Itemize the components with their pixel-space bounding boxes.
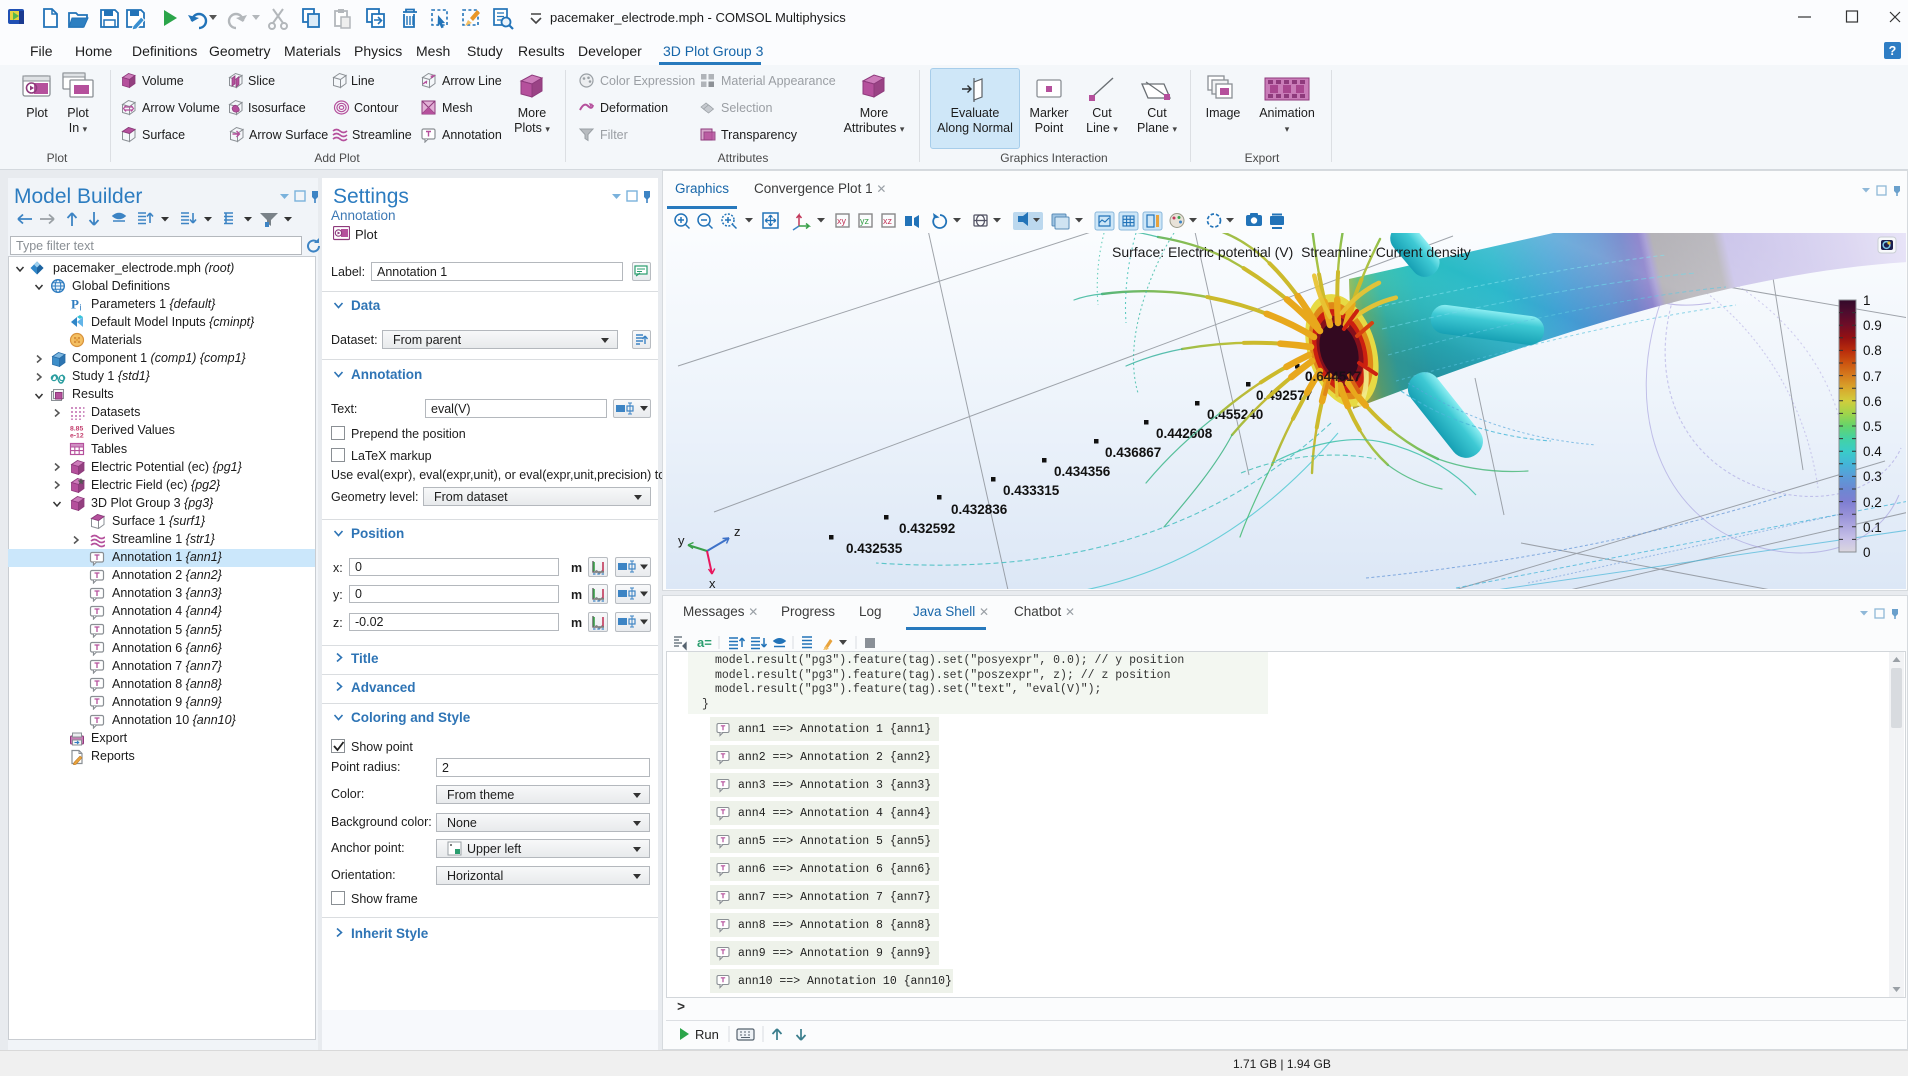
svg-text:0.432592: 0.432592 [899,521,955,536]
svg-text:yz: yz [860,216,870,226]
svg-text:0.433315: 0.433315 [1003,483,1060,498]
svg-text:x: x [709,576,716,589]
svg-text:0.6: 0.6 [1863,394,1882,409]
svg-text:xy: xy [837,216,847,226]
svg-text:0.644517: 0.644517 [1305,369,1361,384]
svg-text:0.7: 0.7 [1863,369,1882,384]
svg-text:0.434356: 0.434356 [1054,464,1111,479]
svg-text:0.432836: 0.432836 [951,502,1008,517]
svg-text:Surface: Electric potential (V: Surface: Electric potential (V) Streamli… [1112,244,1471,260]
svg-text:0.436867: 0.436867 [1105,445,1161,460]
svg-text:1: 1 [1863,293,1871,308]
svg-text:?: ? [1889,44,1897,58]
svg-text:0.3: 0.3 [1863,469,1882,484]
svg-text:0.5: 0.5 [1863,419,1882,434]
svg-text:0.442608: 0.442608 [1156,426,1213,441]
svg-text:0.4: 0.4 [1863,444,1882,459]
svg-text:0: 0 [1863,545,1871,560]
svg-text:0.2: 0.2 [1863,495,1882,510]
svg-text:0.432535: 0.432535 [846,541,903,556]
svg-text:0.8: 0.8 [1863,343,1882,358]
svg-text:xz: xz [883,216,893,226]
svg-text:a=: a= [697,635,712,650]
svg-text:y: y [678,533,685,548]
svg-text:Run: Run [695,1027,719,1042]
svg-text:z: z [734,524,741,539]
svg-text:0.1: 0.1 [1863,520,1882,535]
svg-text:0.9: 0.9 [1863,318,1882,333]
